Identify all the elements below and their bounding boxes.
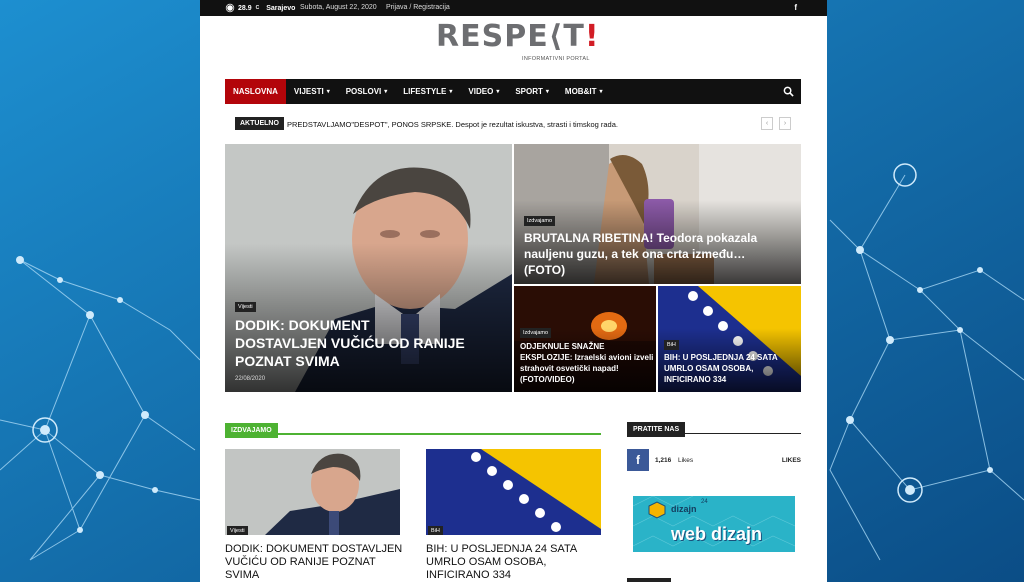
ad-brand-number: 24	[701, 499, 708, 505]
logo-text: RESPE⟨T	[436, 19, 585, 54]
featured-bottom-mid-title[interactable]: ODJEKNULE SNAŽNE EKSPLOZIJE: Izraelski a…	[520, 341, 654, 385]
featured-bottom-right-post[interactable]: BiH BIH: U POSLJEDNJA 24 SATA UMRLO OSAM…	[658, 286, 801, 392]
header: RESPE⟨T! INFORMATIVNI PORTAL	[200, 16, 827, 79]
chevron-down-icon: ▾	[599, 89, 603, 95]
card-image	[225, 449, 400, 535]
nav-label: MOB&IT	[564, 87, 597, 96]
facebook-icon[interactable]: f	[627, 449, 649, 471]
facebook-like-box: f 1,216 Likes LIKES	[627, 449, 801, 471]
current-date: Subota, August 22, 2020	[300, 4, 377, 11]
nav-label: LIFESTYLE	[403, 87, 447, 96]
nav-item-poslovi[interactable]: POSLOVI ▾	[338, 79, 396, 104]
weather-widget: 28.9 C Sarajevo	[226, 4, 295, 12]
weather-city: Sarajevo	[266, 4, 296, 12]
nav-label: SPORT	[515, 87, 543, 96]
site-container: 28.9 C Sarajevo Subota, August 22, 2020 P…	[200, 0, 827, 582]
ticker-prev-button[interactable]: ‹	[761, 117, 773, 130]
section-header-izdvajamo: IZDVAJAMO	[225, 419, 601, 438]
temperature: 28.9	[238, 4, 252, 12]
nav-item-vijesti[interactable]: VIJESTI ▾	[286, 79, 338, 104]
chevron-down-icon: ▾	[384, 89, 388, 95]
news-ticker: AKTUELNO PREDSTAVLJAMO"DESPOT", PONOS SR…	[235, 117, 792, 131]
nav-label: NASLOVNA	[233, 87, 278, 96]
nav-item-naslovna[interactable]: NASLOVNA	[225, 79, 286, 104]
facebook-likes-button[interactable]: LIKES	[782, 457, 801, 464]
temperature-unit: C	[255, 5, 260, 11]
category-badge[interactable]: Izdvajamo	[524, 216, 556, 226]
chevron-down-icon: ▾	[496, 89, 500, 95]
section-header-pratite-nas: PRATITE NAS	[627, 418, 801, 437]
card-title[interactable]: BIH: U POSLJEDNJA 24 SATA UMRLO OSAM OSO…	[426, 543, 601, 582]
main-nav: NASLOVNA VIJESTI ▾ POSLOVI ▾ LIFESTYLE ▾ VI…	[225, 79, 801, 104]
ticker-label: AKTUELNO	[235, 117, 284, 130]
category-badge[interactable]: Vijesti	[235, 302, 256, 312]
category-badge[interactable]: Vijesti	[227, 526, 248, 535]
top-bar: 28.9 C Sarajevo Subota, August 22, 2020 P…	[200, 0, 827, 16]
chevron-down-icon: ▾	[326, 89, 330, 95]
nav-item-sport[interactable]: SPORT ▾	[507, 79, 557, 104]
sidebar-next-section-header	[627, 578, 671, 582]
nav-item-mobit[interactable]: MOB&IT ▾	[557, 79, 611, 104]
logo-subtitle: INFORMATIVNI PORTAL	[522, 56, 590, 62]
bih-flag-image	[426, 449, 601, 535]
featured-top-right-title[interactable]: BRUTALNA RIBETINA! Teodora pokazala naul…	[524, 230, 764, 278]
category-badge[interactable]: BiH	[428, 526, 443, 535]
post-date: 22/08/2020	[235, 376, 266, 382]
category-badge[interactable]: BiH	[664, 340, 679, 350]
nav-item-lifestyle[interactable]: LIFESTYLE ▾	[395, 79, 460, 104]
izdvajamo-card-image-1[interactable]: Vijesti	[225, 449, 400, 535]
category-badge[interactable]: Izdvajamo	[520, 328, 552, 338]
facebook-like-count: 1,216	[655, 457, 672, 464]
site-logo[interactable]: RESPE⟨T! INFORMATIVNI PORTAL	[436, 19, 599, 70]
ticker-text[interactable]: PREDSTAVLJAMO"DESPOT", PONOS SRPSKE. Des…	[287, 120, 618, 129]
card-title[interactable]: DODIK: DOKUMENT DOSTAVLJEN VUČIĆU OD RAN…	[225, 543, 405, 582]
featured-bottom-right-title[interactable]: BIH: U POSLJEDNJA 24 SATA UMRLO OSAM OSO…	[664, 352, 784, 385]
search-icon	[783, 86, 794, 97]
nav-label: POSLOVI	[345, 87, 382, 96]
chevron-down-icon: ▾	[449, 89, 453, 95]
ad-brand-big: web dizajn	[671, 524, 763, 544]
web-dizajn-ad-banner[interactable]: dizajn 24 web dizajn	[633, 496, 795, 552]
logo-exclamation: !	[584, 19, 600, 54]
featured-bottom-mid-post[interactable]: Izdvajamo ODJEKNULE SNAŽNE EKSPLOZIJE: I…	[514, 286, 656, 392]
featured-main-post[interactable]: Vijesti DODIK: DOKUMENT DOSTAVLJEN VUČIĆ…	[225, 144, 512, 392]
ad-brand-small: dizajn	[671, 504, 697, 514]
featured-top-right-post[interactable]: Izdvajamo BRUTALNA RIBETINA! Teodora pok…	[514, 144, 801, 284]
search-button[interactable]	[775, 79, 801, 104]
nav-label: VIJESTI	[293, 87, 324, 96]
nav-label: VIDEO	[468, 87, 494, 96]
facebook-icon[interactable]: f	[794, 3, 797, 12]
izdvajamo-card-image-2[interactable]: BiH	[426, 449, 601, 535]
sun-icon	[227, 5, 233, 11]
chevron-down-icon: ▾	[545, 89, 549, 95]
ticker-next-button[interactable]: ›	[779, 117, 791, 130]
facebook-likes-label: Likes	[678, 457, 694, 464]
nav-item-video[interactable]: VIDEO ▾	[460, 79, 507, 104]
login-register-link[interactable]: Prijava / Registracija	[386, 4, 450, 11]
section-title: PRATITE NAS	[627, 422, 686, 437]
section-title: IZDVAJAMO	[225, 423, 278, 438]
featured-main-title[interactable]: DODIK: DOKUMENT DOSTAVLJEN VUČIĆU OD RAN…	[235, 316, 465, 370]
